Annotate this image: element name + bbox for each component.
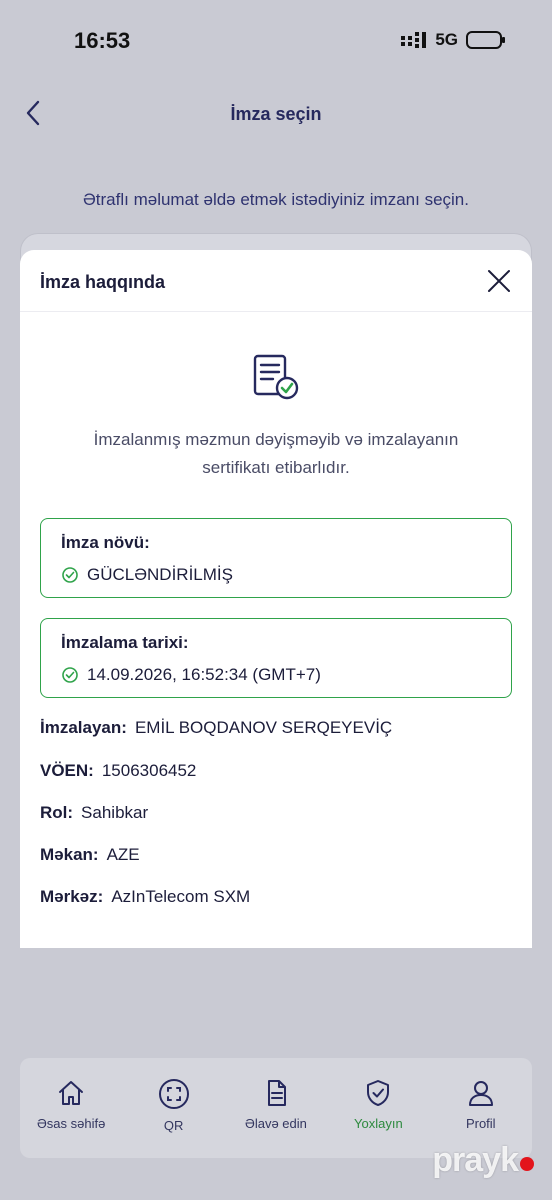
detail-value: AZE <box>106 845 140 864</box>
detail-key: Məkan: <box>40 845 99 864</box>
document-icon <box>267 1080 286 1106</box>
battery-icon <box>466 31 505 49</box>
tab-label: Profil <box>465 1116 496 1131</box>
qr-scan-icon <box>158 1079 189 1109</box>
close-icon <box>488 270 510 292</box>
watermark-text: prayk <box>432 1141 519 1179</box>
detail-key: Mərkəz: <box>40 887 104 906</box>
detail-location: Məkan: AZE <box>40 845 140 865</box>
network-type: 5G <box>435 30 458 49</box>
signal-icon <box>401 32 427 48</box>
verified-document-icon <box>253 354 299 400</box>
tab-qr[interactable]: QR <box>126 1078 222 1133</box>
tab-label: Yoxlayın <box>354 1116 403 1131</box>
check-circle-icon <box>62 567 78 583</box>
tab-home[interactable]: Əsas səhifə <box>23 1078 119 1131</box>
tab-label: Əlavə edin <box>245 1116 307 1131</box>
detail-key: VÖEN: <box>40 761 94 780</box>
status-time: 16:53 <box>74 28 131 53</box>
shield-check-icon <box>367 1080 390 1106</box>
signing-date-box: İmzalama tarixi: 14.09.2026, 16:52:34 (G… <box>40 618 512 698</box>
tab-profile[interactable]: Profil <box>433 1078 529 1131</box>
detail-value: EMİL BOQDANOV SERQEYEVİÇ <box>134 718 393 737</box>
detail-signer: İmzalayan: EMİL BOQDANOV SERQEYEVİÇ <box>40 718 392 738</box>
tab-verify[interactable]: Yoxlayın <box>330 1078 426 1131</box>
nav-bar: İmza seçin <box>0 88 552 140</box>
tab-label: QR <box>163 1118 184 1133</box>
signature-info-modal: İmza haqqında İmzalanmış məzmun dəyişməy… <box>20 250 532 948</box>
signature-type-value: GÜCLƏNDİRİLMİŞ <box>87 565 233 584</box>
signing-date-value: 14.09.2026, 16:52:34 (GMT+7) <box>87 665 321 684</box>
detail-role: Rol: Sahibkar <box>40 803 148 823</box>
home-icon <box>59 1081 84 1105</box>
user-icon <box>468 1081 493 1106</box>
close-button[interactable] <box>484 266 514 296</box>
summary-line-1: İmzalanmış məzmun dəyişməyib və imzalaya… <box>93 430 459 449</box>
modal-title: İmza haqqında <box>40 272 166 292</box>
summary-line-2: sertifikatı etibarlıdır. <box>202 458 350 477</box>
detail-tax-id: VÖEN: 1506306452 <box>40 761 196 781</box>
signing-date-label: İmzalama tarixi: <box>61 633 189 652</box>
detail-center: Mərkəz: AzInTelecom SXM <box>40 887 250 907</box>
detail-value: 1506306452 <box>101 761 197 780</box>
signature-type-box: İmza növü: GÜCLƏNDİRİLMİŞ <box>40 518 512 598</box>
status-bar: 16:53 5G <box>0 0 552 80</box>
detail-key: İmzalayan: <box>40 718 127 737</box>
tab-add[interactable]: Əlavə edin <box>228 1078 324 1131</box>
page-title: İmza seçin <box>230 104 322 124</box>
detail-value: Sahibkar <box>81 803 149 822</box>
verified-document-icon-wrap <box>20 352 532 402</box>
tab-label: Əsas səhifə <box>37 1116 106 1131</box>
verification-summary: İmzalanmış məzmun dəyişməyib və imzalaya… <box>50 426 502 482</box>
modal-header: İmza haqqında <box>20 250 532 312</box>
status-indicators: 5G <box>401 30 505 50</box>
detail-key: Rol: <box>40 803 74 822</box>
instruction-text: Ətraflı məlumat əldə etmək istədiyiniz i… <box>83 190 469 209</box>
check-circle-icon <box>62 667 78 683</box>
watermark-logo: prayk <box>432 1141 534 1180</box>
detail-value: AzInTelecom SXM <box>111 887 251 906</box>
signature-type-label: İmza növü: <box>61 533 150 552</box>
